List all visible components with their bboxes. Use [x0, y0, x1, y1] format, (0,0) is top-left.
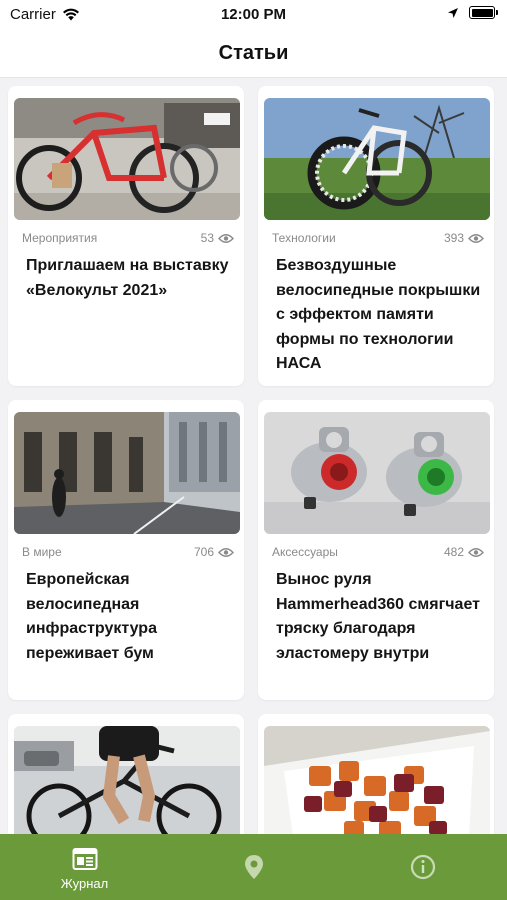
eye-icon [468, 547, 484, 557]
article-card[interactable]: Технологии 393 Безвоздушные велосипедные… [258, 86, 494, 386]
article-image [264, 98, 490, 220]
article-category: Технологии [272, 231, 336, 245]
status-time: 12:00 PM [220, 6, 287, 23]
article-views: 706 [194, 545, 234, 559]
journal-icon [72, 848, 98, 870]
views-count: 53 [200, 231, 214, 245]
article-card[interactable]: Аксессуары 482 Вынос руля Hammerhead360 … [258, 400, 494, 700]
articles-grid[interactable]: Мероприятия 53 Приглашаем на выставку «В… [0, 78, 507, 834]
article-meta: В мире 706 [22, 545, 234, 561]
article-image [14, 726, 240, 834]
article-title: Вынос руля Hammerhead360 смягчает тряску… [276, 571, 480, 662]
article-title: Приглашаем на выставку «Велокульт 2021» [26, 257, 229, 299]
views-count: 393 [443, 231, 464, 245]
article-category: Мероприятия [22, 231, 98, 245]
tab-label: Журнал [60, 876, 109, 891]
map-pin-icon [245, 855, 263, 879]
article-meta: Аксессуары 482 [272, 545, 484, 561]
article-image [264, 726, 490, 834]
article-title: Европейская велосипедная инфраструктура … [26, 571, 157, 662]
article-views: 482 [444, 545, 484, 559]
article-views: 393 [444, 231, 484, 245]
tab-info[interactable] [338, 834, 507, 900]
eye-icon [468, 233, 484, 243]
location-arrow-icon [448, 7, 458, 18]
navigation-bar: Статьи [0, 30, 507, 78]
article-meta: Технологии 393 [272, 231, 484, 247]
article-image [264, 412, 490, 534]
article-card[interactable]: В мире 706 Европейская велосипедная инфр… [8, 400, 244, 700]
article-category: В мире [22, 545, 62, 559]
article-card[interactable] [258, 714, 494, 834]
tab-journal[interactable]: Журнал [0, 834, 169, 900]
article-image [14, 412, 240, 534]
tab-map[interactable] [169, 834, 338, 900]
status-bar: Carrier 12:00 PM [0, 0, 507, 30]
article-image [14, 98, 240, 220]
article-views: 53 [201, 231, 234, 245]
views-count: 482 [443, 545, 464, 559]
article-title: Безвоздушные велосипедные покрышки с эфф… [276, 257, 481, 372]
status-right [447, 6, 498, 19]
views-count: 706 [193, 545, 214, 559]
eye-icon [218, 233, 234, 243]
article-card[interactable]: Мероприятия 53 Приглашаем на выставку «В… [8, 86, 244, 386]
tab-bar: Журнал [0, 834, 507, 900]
page-title: Статьи [218, 42, 289, 64]
article-category: Аксессуары [272, 545, 338, 559]
battery-icon [469, 6, 498, 19]
eye-icon [218, 547, 234, 557]
info-icon [410, 854, 436, 880]
article-card[interactable] [8, 714, 244, 834]
article-meta: Мероприятия 53 [22, 231, 234, 247]
